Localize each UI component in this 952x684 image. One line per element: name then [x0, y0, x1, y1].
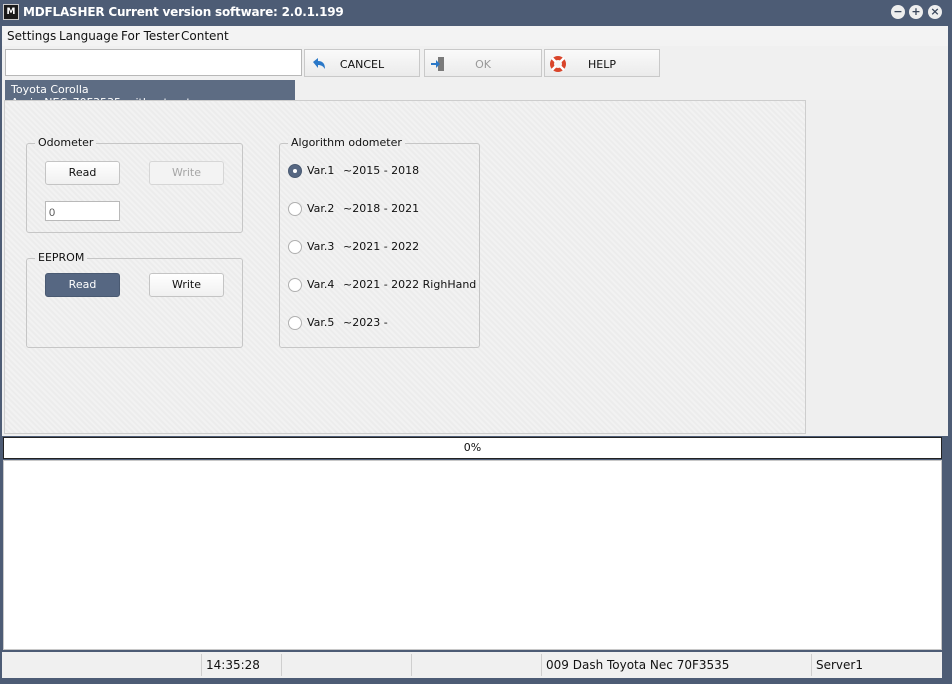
radio-button[interactable]: [288, 164, 302, 178]
main-panel: Odometer Read Write EEPROM Read Write Al…: [2, 100, 948, 436]
toolbar: CANCEL OK HELP: [2, 46, 948, 80]
app-window: M MDFLASHER Current version software: 2.…: [0, 0, 952, 684]
app-name: MDFLASHER: [23, 5, 105, 19]
eeprom-group: EEPROM Read Write: [26, 251, 243, 348]
radio-button[interactable]: [288, 240, 302, 254]
radio-button[interactable]: [288, 278, 302, 292]
option-var-label: Var.1: [307, 164, 335, 177]
status-time: 14:35:28: [202, 654, 282, 676]
odometer-write-button[interactable]: Write: [149, 161, 224, 185]
eeprom-title: EEPROM: [35, 251, 88, 264]
minimize-button[interactable]: −: [891, 5, 905, 19]
option-var-label: Var.3: [307, 240, 335, 253]
odometer-group: Odometer Read Write: [26, 136, 243, 233]
tab-vehicle-profile[interactable]: Toyota Corolla Auris_NEC_70F3535_without…: [5, 80, 295, 109]
odometer-title: Odometer: [35, 136, 97, 149]
odometer-value-input[interactable]: [45, 201, 120, 221]
algorithm-group: Algorithm odometer Var.1 ~2015 - 2018 Va…: [279, 136, 480, 348]
option-range-label: ~2015 - 2018: [343, 164, 420, 177]
title-bar[interactable]: M MDFLASHER Current version software: 2.…: [0, 0, 952, 26]
menu-content[interactable]: Content: [181, 29, 229, 43]
option-var-label: Var.2: [307, 202, 335, 215]
option-range-label: ~2023 -: [343, 316, 388, 329]
option-range-label: ~2018 - 2021: [343, 202, 420, 215]
window-title: MDFLASHER Current version software: 2.0.…: [23, 5, 344, 19]
close-button[interactable]: ×: [928, 5, 942, 19]
status-bar: 14:35:28 009 Dash Toyota Nec 70F3535 Ser…: [2, 652, 942, 678]
maximize-button[interactable]: +: [909, 5, 923, 19]
content-area: Odometer Read Write EEPROM Read Write Al…: [4, 100, 806, 434]
odometer-read-button[interactable]: Read: [45, 161, 120, 185]
status-server: Server1: [816, 658, 863, 672]
menu-bar: Settings Language For Tester Content: [2, 26, 948, 46]
status-cell-empty-1: [2, 654, 202, 676]
option-range-label: ~2021 - 2022 RighHand: [343, 278, 477, 291]
option-var-label: Var.4: [307, 278, 335, 291]
help-label: HELP: [588, 58, 616, 71]
eeprom-write-button[interactable]: Write: [149, 273, 224, 297]
cancel-label: CANCEL: [339, 58, 385, 71]
ok-button[interactable]: OK: [424, 49, 542, 77]
cancel-button[interactable]: CANCEL: [304, 49, 420, 77]
status-cell-empty-2: [282, 654, 412, 676]
version-text: Current version software: 2.0.1.199: [108, 5, 344, 19]
ok-label: OK: [475, 58, 491, 71]
menu-settings[interactable]: Settings: [7, 29, 56, 43]
command-input[interactable]: [5, 49, 302, 76]
eeprom-read-button[interactable]: Read: [45, 273, 120, 297]
status-device: 009 Dash Toyota Nec 70F3535: [542, 654, 812, 676]
tab-strip: Toyota Corolla Auris_NEC_70F3535_without…: [2, 80, 948, 109]
option-range-label: ~2021 - 2022: [343, 240, 420, 253]
menu-language[interactable]: Language: [59, 29, 118, 43]
algorithm-title: Algorithm odometer: [288, 136, 405, 149]
log-output[interactable]: [3, 460, 942, 650]
menu-for-tester[interactable]: For Tester: [121, 29, 180, 43]
radio-button[interactable]: [288, 316, 302, 330]
radio-button[interactable]: [288, 202, 302, 216]
option-var-label: Var.5: [307, 316, 335, 329]
app-logo-icon: M: [3, 4, 19, 20]
progress-bar: 0%: [3, 437, 942, 459]
status-cell-empty-3: [412, 654, 542, 676]
progress-percent: 0%: [463, 441, 482, 454]
help-button[interactable]: HELP: [544, 49, 660, 77]
